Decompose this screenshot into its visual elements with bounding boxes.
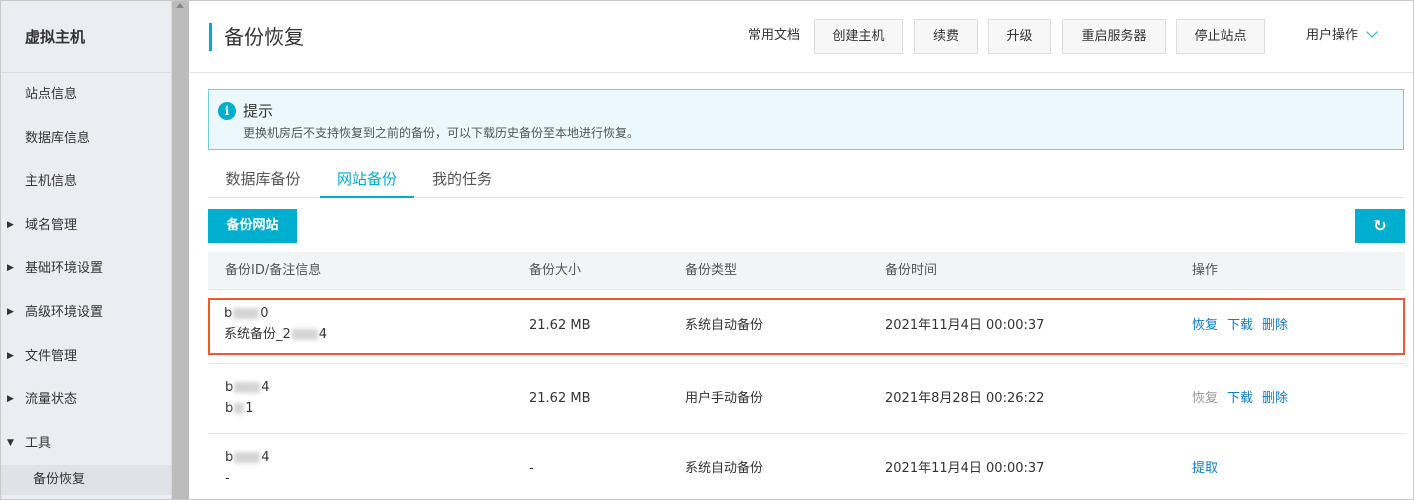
- sidebar-item-label: 高级环境设置: [25, 304, 104, 320]
- backup-time: 2021年11月4日 00:00:37: [885, 461, 1045, 476]
- redacted-text: [234, 403, 245, 414]
- sidebar-item-label: 站点信息: [25, 87, 78, 102]
- sidebar-item-label: 主机信息: [25, 174, 78, 190]
- backup-table: 备份ID/备注信息 备份大小 备份类型 备份时间 操作 b0 系统备份_2 4 2…: [208, 252, 1405, 499]
- notice-banner: i 提示 更换机房后不支持恢复到之前的备份，可以下载历史备份至本地进行恢复。: [208, 89, 1404, 150]
- top-bar: 备份恢复 常用文档 创建主机 续费 升级 重启服务器 停止站点 用户操作: [189, 1, 1413, 73]
- sidebar-item-domain-management[interactable]: ▶ 域名管理: [1, 204, 171, 248]
- sidebar-item-file-management[interactable]: ▶ 文件管理: [1, 335, 171, 379]
- sidebar-item-site-info[interactable]: 站点信息: [1, 73, 171, 117]
- sidebar-item-label: 基础环境设置: [25, 261, 104, 277]
- tab-my-tasks[interactable]: 我的任务: [420, 160, 504, 198]
- table-row: b0 系统备份_2 4 21.62 MB 系统自动备份 2021年11月4日 00…: [208, 298, 1405, 355]
- user-operations-dropdown[interactable]: 用户操作: [1306, 26, 1378, 45]
- download-link[interactable]: 下载: [1227, 317, 1253, 335]
- sidebar-item-advanced-env[interactable]: ▶ 高级环境设置: [1, 291, 171, 335]
- column-header-size: 备份大小: [529, 263, 582, 278]
- restart-server-button[interactable]: 重启服务器: [1062, 19, 1166, 54]
- backup-size: 21.62 MB: [529, 391, 591, 406]
- refresh-icon[interactable]: ↻: [1355, 209, 1405, 243]
- sidebar-item-basic-env[interactable]: ▶ 基础环境设置: [1, 247, 171, 291]
- column-header-time: 备份时间: [885, 263, 938, 278]
- chevron-down-icon: [1366, 26, 1378, 38]
- backup-note: b1: [225, 401, 254, 416]
- sidebar-item-label: 工具: [25, 435, 52, 451]
- create-host-button[interactable]: 创建主机: [814, 19, 903, 54]
- backup-site-button[interactable]: 备份网站: [208, 209, 297, 243]
- sidebar-item-label: 流量状态: [25, 392, 78, 408]
- docs-link[interactable]: 常用文档: [748, 27, 800, 45]
- sidebar-item-traffic-status[interactable]: ▶ 流量状态: [1, 378, 171, 422]
- caret-right-icon: ▶: [7, 350, 14, 361]
- backup-time: 2021年11月4日 00:00:37: [885, 318, 1045, 333]
- stop-site-button[interactable]: 停止站点: [1176, 19, 1265, 54]
- scroll-up-icon[interactable]: [176, 3, 184, 8]
- backup-size: 21.62 MB: [529, 318, 591, 333]
- backup-id: b4: [225, 450, 270, 465]
- restore-link-disabled: 恢复: [1192, 391, 1219, 406]
- download-link[interactable]: 下载: [1227, 390, 1253, 408]
- table-row: b4 - - 系统自动备份 2021年11月4日 00:00:37 提取: [208, 434, 1405, 499]
- backup-time: 2021年8月28日 00:26:22: [885, 391, 1045, 406]
- table-row: b4 b1 21.62 MB 用户手动备份 2021年8月28日 00:26:2…: [208, 363, 1405, 434]
- main-panel: 备份恢复 常用文档 创建主机 续费 升级 重启服务器 停止站点 用户操作 i 提…: [189, 1, 1413, 499]
- notice-title: 提示: [243, 102, 274, 120]
- notice-text: 更换机房后不支持恢复到之前的备份，可以下载历史备份至本地进行恢复。: [243, 126, 640, 140]
- sidebar-item-host-info[interactable]: 主机信息: [1, 160, 171, 204]
- table-header: 备份ID/备注信息 备份大小 备份类型 备份时间 操作: [208, 252, 1405, 290]
- delete-link[interactable]: 删除: [1262, 317, 1288, 335]
- renew-button[interactable]: 续费: [914, 19, 978, 54]
- backup-id: b0: [224, 306, 269, 321]
- sidebar-item-label: 数据库信息: [25, 130, 91, 146]
- delete-link[interactable]: 删除: [1262, 390, 1288, 408]
- sidebar-item-label: 文件管理: [25, 348, 78, 364]
- sidebar-title: 虚拟主机: [1, 1, 171, 73]
- backup-type: 系统自动备份: [685, 318, 764, 333]
- backup-size: -: [529, 461, 534, 476]
- restore-link[interactable]: 恢复: [1192, 317, 1218, 335]
- backup-type: 用户手动备份: [685, 391, 764, 406]
- sidebar: 虚拟主机 站点信息 数据库信息 主机信息 ▶ 域名管理 ▶ 基础环境设置 ▶ 高级环境…: [1, 1, 172, 499]
- redacted-text: [291, 329, 318, 340]
- redacted-text: [234, 452, 261, 463]
- backup-note: -: [225, 471, 230, 486]
- sidebar-scrollbar[interactable]: [172, 1, 189, 499]
- backup-type: 系统自动备份: [685, 461, 764, 476]
- redacted-text: [234, 382, 261, 393]
- page-title: 备份恢复: [209, 23, 304, 51]
- sidebar-subitem-backup-restore[interactable]: 备份恢复: [1, 465, 171, 496]
- sidebar-item-tools[interactable]: ▼ 工具: [1, 422, 171, 466]
- sidebar-item-database-info[interactable]: 数据库信息: [1, 117, 171, 161]
- sidebar-item-label: 域名管理: [25, 217, 78, 233]
- tab-database-backup[interactable]: 数据库备份: [208, 160, 318, 198]
- info-icon: i: [218, 102, 236, 120]
- user-operations-label: 用户操作: [1306, 28, 1359, 43]
- redacted-text: [233, 308, 260, 319]
- caret-right-icon: ▶: [7, 263, 14, 274]
- tab-bar: 数据库备份 网站备份 我的任务: [208, 160, 1404, 198]
- app-window: 虚拟主机 站点信息 数据库信息 主机信息 ▶ 域名管理 ▶ 基础环境设置 ▶ 高级环境…: [0, 0, 1414, 500]
- caret-right-icon: ▶: [7, 306, 14, 317]
- caret-down-icon: ▼: [7, 437, 14, 448]
- column-header-type: 备份类型: [685, 263, 738, 278]
- fetch-link[interactable]: 提取: [1192, 460, 1218, 478]
- upgrade-button[interactable]: 升级: [988, 19, 1051, 54]
- caret-right-icon: ▶: [7, 219, 14, 230]
- backup-note: 系统备份_2 4: [224, 327, 328, 342]
- column-header-id: 备份ID/备注信息: [225, 263, 322, 278]
- backup-id: b4: [225, 380, 270, 395]
- tab-website-backup[interactable]: 网站备份: [320, 160, 414, 198]
- column-header-operations: 操作: [1192, 263, 1219, 278]
- caret-right-icon: ▶: [7, 394, 14, 405]
